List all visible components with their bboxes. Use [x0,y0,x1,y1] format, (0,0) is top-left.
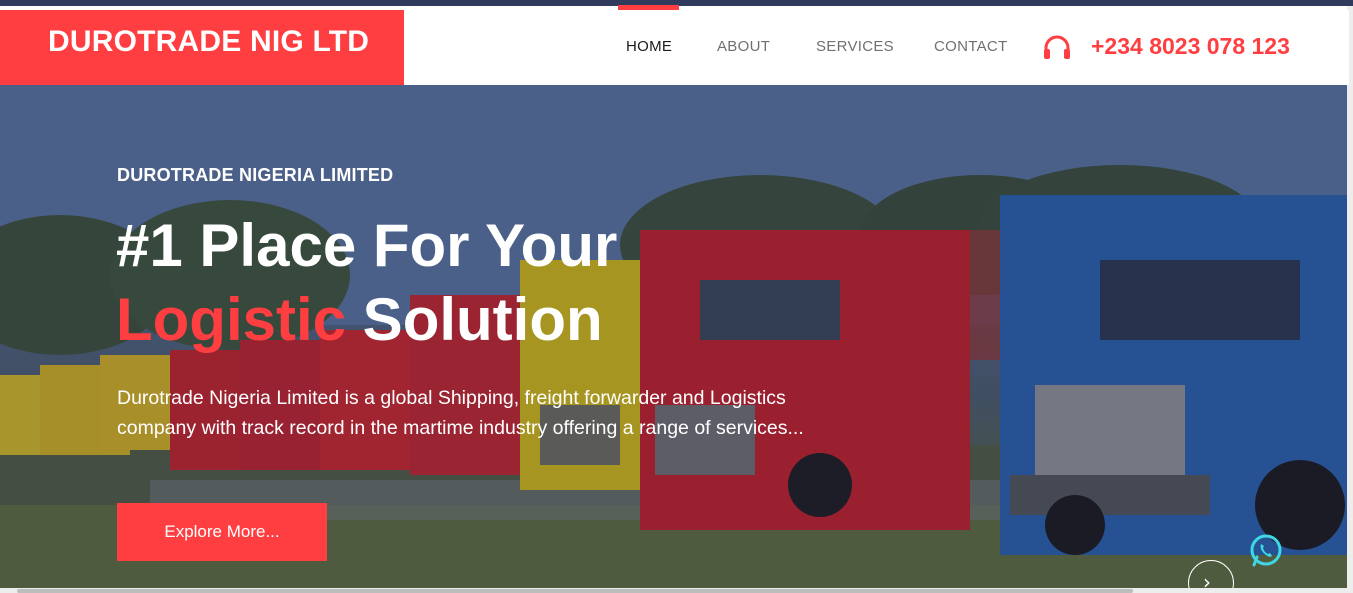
nav-contact[interactable]: CONTACT [934,38,1007,55]
headline-accent: Logistic [116,286,347,353]
phone-number-link[interactable]: +234 8023 078 123 [1091,33,1290,60]
whatsapp-icon[interactable] [1248,533,1284,569]
headline-line1: #1 Place For Your [116,212,618,279]
explore-more-button[interactable]: Explore More... [117,503,327,561]
hero-headline: #1 Place For Your Logistic Solution [116,209,617,357]
hero-description: Durotrade Nigeria Limited is a global Sh… [117,387,804,439]
nav-services[interactable]: SERVICES [816,38,894,55]
vertical-scrollbar[interactable] [1347,6,1353,593]
hero-eyebrow: DUROTRADE NIGERIA LIMITED [117,165,394,185]
hero-banner: DUROTRADE NIGERIA LIMITED #1 Place For Y… [0,85,1347,588]
chevron-right-icon: › [1203,570,1211,588]
nav-about[interactable]: ABOUT [717,38,770,55]
headset-icon [1044,35,1070,59]
nav-home[interactable]: HOME [626,38,672,55]
horizontal-scrollbar-thumb[interactable] [17,589,1133,593]
headline-rest: Solution [346,286,603,353]
